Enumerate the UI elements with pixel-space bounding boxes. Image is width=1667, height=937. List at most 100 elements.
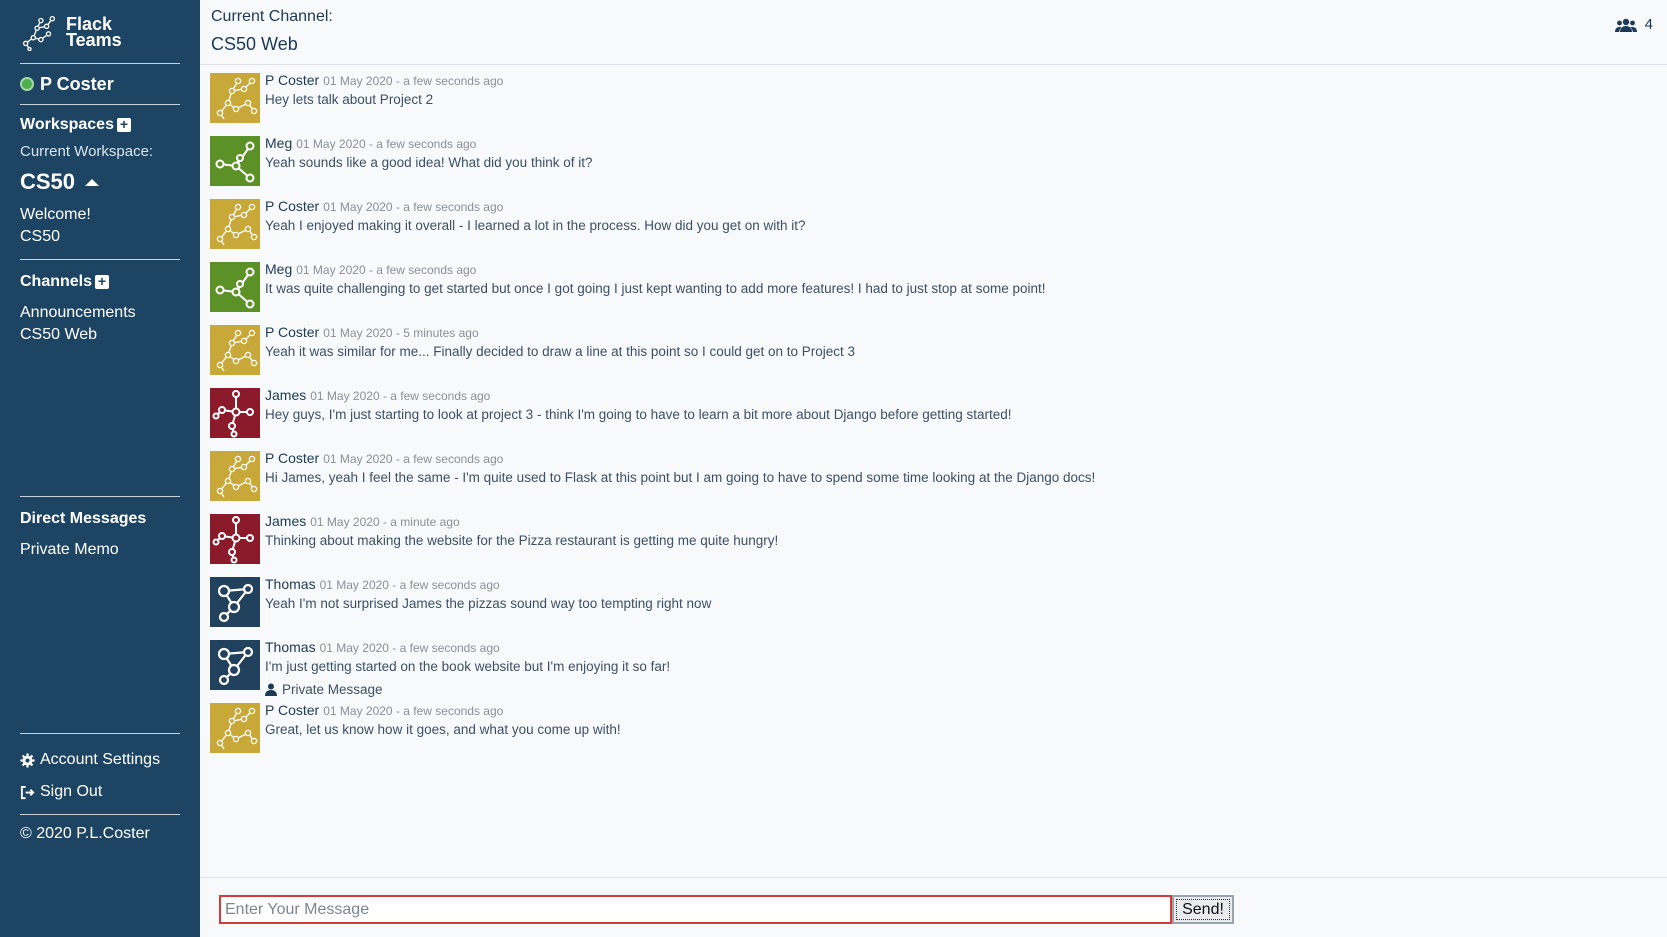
users-icon (1614, 18, 1637, 32)
channels-heading: Channels (20, 273, 93, 290)
message-timestamp: 01 May 2020 - a few seconds ago (310, 389, 491, 403)
message-timestamp: 01 May 2020 - a few seconds ago (323, 74, 504, 88)
brand[interactable]: Flack Teams (20, 0, 180, 64)
message-author[interactable]: Meg (265, 135, 292, 151)
avatar[interactable] (210, 640, 260, 690)
message-author[interactable]: James (265, 387, 306, 403)
message-author[interactable]: P Coster (265, 72, 319, 88)
add-channel-icon[interactable]: + (95, 274, 110, 289)
dm-item[interactable]: Private Memo (20, 539, 180, 561)
sign-out-link[interactable]: Sign Out (20, 776, 180, 808)
message-item: P Coster 01 May 2020 - 5 minutes ago Yeah … (200, 324, 1667, 387)
message-item: Meg 01 May 2020 - a few seconds ago It was… (200, 261, 1667, 324)
message-input[interactable] (219, 895, 1172, 924)
current-channel-label: Current Channel: (211, 8, 333, 25)
message-composer: Send! (200, 877, 1667, 937)
message-text: Great, let us know how it goes, and what… (265, 722, 621, 737)
main-panel: Current Channel: CS50 Web 4 P Coster 01 M… (200, 0, 1667, 937)
caret-up-icon[interactable] (85, 178, 100, 186)
message-text: Yeah I enjoyed making it overall - I lea… (265, 218, 806, 233)
message-item: Meg 01 May 2020 - a few seconds ago Yeah s… (200, 135, 1667, 198)
channel-item[interactable]: CS50 Web (20, 324, 180, 346)
message-timestamp: 01 May 2020 - a few seconds ago (296, 263, 477, 277)
message-item: P Coster 01 May 2020 - a few seconds ago Y… (200, 198, 1667, 261)
add-workspace-icon[interactable]: + (116, 117, 131, 132)
account-settings-label: Account Settings (40, 751, 161, 768)
avatar[interactable] (210, 325, 260, 375)
message-text: Yeah it was similar for me... Finally de… (265, 344, 856, 359)
message-timestamp: 01 May 2020 - a few seconds ago (296, 137, 477, 151)
message-item: James 01 May 2020 - a minute ago Thinking … (200, 513, 1667, 576)
message-text: Hey lets talk about Project 2 (265, 92, 434, 107)
current-workspace-name: CS50 (20, 169, 76, 194)
message-author[interactable]: P Coster (265, 450, 319, 466)
message-timestamp: 01 May 2020 - a few seconds ago (319, 641, 500, 655)
current-user[interactable]: P Coster (20, 64, 180, 105)
message-list: P Coster 01 May 2020 - a few seconds ago H… (200, 65, 1667, 765)
member-count[interactable]: 4 (1614, 16, 1653, 33)
message-text: Thinking about making the website for th… (265, 533, 779, 548)
gear-icon (20, 752, 35, 768)
copyright: © 2020 P.L.Coster (20, 825, 150, 842)
message-author[interactable]: Thomas (265, 639, 316, 655)
message-author[interactable]: Meg (265, 261, 292, 277)
workspaces-section: Workspaces + Current Workspace: CS50 Wel… (20, 105, 180, 260)
avatar[interactable] (210, 73, 260, 123)
current-workspace-label: Current Workspace: (20, 143, 154, 160)
avatar[interactable] (210, 514, 260, 564)
message-timestamp: 01 May 2020 - a few seconds ago (323, 200, 504, 214)
message-item: Thomas 01 May 2020 - a few seconds ago I'm… (200, 639, 1667, 702)
message-timestamp: 01 May 2020 - a few seconds ago (319, 578, 500, 592)
sign-out-icon (20, 785, 35, 799)
message-text: Yeah sounds like a good idea! What did y… (265, 155, 593, 170)
avatar[interactable] (210, 577, 260, 627)
message-text: Yeah I'm not surprised James the pizzas … (265, 596, 712, 611)
sidebar: Flack Teams P Coster Workspaces + Curren… (0, 0, 200, 937)
message-item: P Coster 01 May 2020 - a few seconds ago H… (200, 72, 1667, 135)
user-name: P Coster (40, 73, 114, 94)
send-button[interactable]: Send! (1172, 895, 1234, 924)
channels-section: Channels + Announcements CS50 Web (20, 260, 180, 497)
avatar[interactable] (210, 136, 260, 186)
network-logo-icon (22, 15, 56, 51)
user-icon (265, 683, 277, 696)
online-status-icon (20, 77, 34, 91)
sign-out-label: Sign Out (40, 783, 103, 800)
message-item: Thomas 01 May 2020 - a few seconds ago Yea… (200, 576, 1667, 639)
direct-messages-section: Direct Messages Private Memo (20, 497, 180, 734)
workspace-item[interactable]: Welcome! (20, 204, 180, 226)
avatar[interactable] (210, 262, 260, 312)
message-text: I'm just getting started on the book web… (265, 659, 671, 674)
avatar[interactable] (210, 199, 260, 249)
avatar[interactable] (210, 388, 260, 438)
account-settings-link[interactable]: Account Settings (20, 744, 180, 776)
message-text: It was quite challenging to get started … (265, 281, 1046, 296)
brand-line2: Teams (66, 29, 122, 50)
message-item: P Coster 01 May 2020 - a few seconds ago H… (200, 450, 1667, 513)
current-workspace[interactable]: CS50 (20, 168, 180, 196)
message-item: P Coster 01 May 2020 - a few seconds ago G… (200, 702, 1667, 765)
message-timestamp: 01 May 2020 - a few seconds ago (323, 452, 504, 466)
settings-section: Account Settings Sign Out (20, 734, 180, 815)
message-timestamp: 01 May 2020 - 5 minutes ago (323, 326, 479, 340)
message-author[interactable]: Thomas (265, 576, 316, 592)
channel-item[interactable]: Announcements (20, 302, 180, 324)
message-author[interactable]: P Coster (265, 198, 319, 214)
private-message-link[interactable]: Private Message (265, 682, 670, 697)
direct-messages-heading: Direct Messages (20, 510, 147, 527)
message-author[interactable]: P Coster (265, 702, 319, 718)
workspace-item[interactable]: CS50 (20, 226, 180, 248)
member-count-value: 4 (1644, 16, 1653, 33)
message-item: James 01 May 2020 - a few seconds ago Hey … (200, 387, 1667, 450)
message-author[interactable]: James (265, 513, 306, 529)
message-text: Hi James, yeah I feel the same - I'm qui… (265, 470, 1096, 485)
private-message-label: Private Message (282, 682, 383, 697)
channel-header: Current Channel: CS50 Web 4 (200, 0, 1667, 65)
current-channel-name: CS50 Web (211, 34, 298, 54)
message-timestamp: 01 May 2020 - a few seconds ago (323, 704, 504, 718)
workspaces-heading: Workspaces (20, 116, 114, 133)
message-timestamp: 01 May 2020 - a minute ago (310, 515, 460, 529)
avatar[interactable] (210, 703, 260, 753)
avatar[interactable] (210, 451, 260, 501)
message-author[interactable]: P Coster (265, 324, 319, 340)
